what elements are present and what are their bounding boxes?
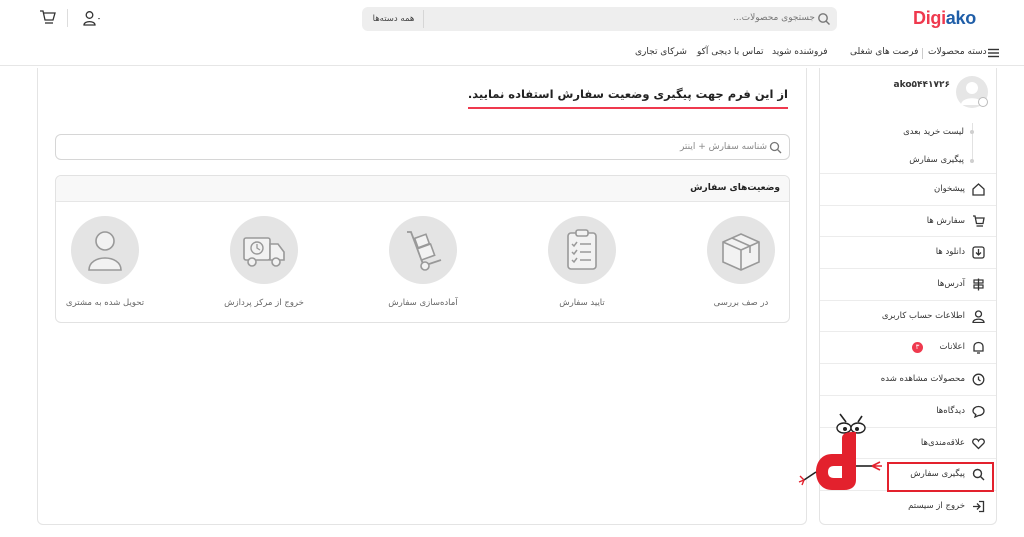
search-bar[interactable]: جستجوی محصولات... همه دسته‌ها <box>362 7 837 31</box>
status-step-preparing: آماده‌سازی سفارش <box>373 216 473 308</box>
order-status-box: وضعیت‌های سفارش در صف بررسی <box>55 175 790 323</box>
search-input[interactable]: جستجوی محصولات... <box>733 13 815 23</box>
order-id-field[interactable]: شناسه سفارش + اینتر <box>55 134 790 160</box>
clipboard-icon <box>548 216 616 284</box>
step-label: در صف بررسی <box>713 298 769 308</box>
edit-avatar-icon[interactable] <box>978 97 988 107</box>
header-divider <box>67 9 68 27</box>
home-icon <box>972 183 985 196</box>
nav-divider <box>922 48 923 59</box>
signpost-icon <box>973 278 984 291</box>
sidebar-item-downloads[interactable]: دانلود ها <box>820 236 996 268</box>
status-step-delivered: تحویل شده به مشتری <box>55 216 155 308</box>
mascot-illustration <box>798 413 882 490</box>
sidebar-item-label: علاقه‌مندی‌ها <box>920 437 965 448</box>
order-tracking-panel: از این فرم جهت پیگیری وضعیت سفارش استفاد… <box>37 68 807 525</box>
search-icon <box>769 141 782 154</box>
history-icon <box>972 373 985 386</box>
status-header: وضعیت‌های سفارش <box>56 176 789 202</box>
logo-part-2: ako <box>945 8 976 28</box>
search-icon <box>818 13 830 25</box>
notification-count-badge: ۳ <box>912 342 923 354</box>
heart-icon <box>972 437 985 449</box>
username: ako۵۴۴۱۷۲۶ <box>893 80 950 90</box>
cart-icon[interactable] <box>39 9 57 27</box>
logout-icon <box>973 500 985 513</box>
box-icon <box>707 216 775 284</box>
submenu-line <box>972 123 973 163</box>
nav-item-jobs[interactable]: فرصت های شغلی <box>850 47 918 57</box>
sidebar-item-label: دانلود ها <box>935 247 965 258</box>
sidebar-item-label: آدرس‌ها <box>937 279 965 290</box>
sidebar-item-dashboard[interactable]: پیشخوان <box>820 173 996 205</box>
sidebar-item-label: سفارش ها <box>926 215 965 226</box>
logo[interactable]: Digiako <box>913 8 976 29</box>
hand-truck-icon <box>389 216 457 284</box>
order-id-placeholder: شناسه سفارش + اینتر <box>679 142 767 152</box>
sidebar-item-label: محصولات مشاهده شده <box>880 374 965 385</box>
status-step-in-review: در صف بررسی <box>691 216 791 308</box>
comment-icon <box>972 405 985 418</box>
sidebar-item-label: اعلانات <box>939 342 965 353</box>
page-title: از این فرم جهت پیگیری وضعیت سفارش استفاد… <box>467 87 788 109</box>
submenu-dot <box>970 130 974 134</box>
user-icon <box>71 216 139 284</box>
nav-item-categories[interactable]: دسته محصولات <box>928 47 987 57</box>
nav-item-contact[interactable]: تماس با دیجی آکو <box>697 47 764 57</box>
download-icon <box>972 246 985 260</box>
step-label: خروج از مرکز پردازش <box>224 298 304 308</box>
sidebar-item-label: پیشخوان <box>934 184 965 194</box>
user-icon <box>972 310 985 323</box>
delivery-truck-icon <box>230 216 298 284</box>
sidebar-item-notifications[interactable]: اعلانات ۳ <box>820 331 996 363</box>
main-navigation: دسته محصولات فرصت های شغلی فروشنده شوید … <box>0 40 1024 66</box>
logo-part-1: Digi <box>913 8 946 28</box>
submenu-next-purchase-list[interactable]: لیست خرید بعدی <box>903 127 964 137</box>
cart-icon <box>973 215 985 227</box>
nav-item-become-seller[interactable]: فروشنده شوید <box>772 47 828 57</box>
account-icon[interactable] <box>83 10 101 28</box>
sidebar-item-orders[interactable]: سفارش ها <box>820 204 996 237</box>
step-label: تایید سفارش <box>559 298 605 308</box>
submenu-dot <box>970 159 974 163</box>
highlight-frame <box>887 462 994 492</box>
header: Digiako جستجوی محصولات... همه دسته‌ها <box>0 0 1024 38</box>
step-label: تحویل شده به مشتری <box>65 298 145 308</box>
status-step-confirmed: تایید سفارش <box>532 216 632 308</box>
sidebar-item-account-info[interactable]: اطلاعات حساب کاربری <box>820 299 996 332</box>
sidebar-item-label: دیدگاه‌ها <box>936 405 965 416</box>
category-filter-button[interactable]: همه دسته‌ها <box>364 10 424 28</box>
sidebar-item-viewed-products[interactable]: محصولات مشاهده شده <box>820 363 996 395</box>
menu-icon[interactable] <box>988 48 999 58</box>
step-label: آماده‌سازی سفارش <box>388 298 458 308</box>
bell-icon <box>973 342 984 355</box>
sidebar-item-label: اطلاعات حساب کاربری <box>881 310 965 321</box>
sidebar-item-label: خروج از سیستم <box>908 500 965 511</box>
status-title: وضعیت‌های سفارش <box>690 183 780 193</box>
sidebar-item-addresses[interactable]: آدرس‌ها <box>820 268 996 300</box>
submenu-order-tracking[interactable]: پیگیری سفارش <box>909 155 964 165</box>
status-step-shipped: خروج از مرکز پردازش <box>214 216 314 308</box>
nav-item-partners[interactable]: شرکای تجاری <box>635 47 687 57</box>
